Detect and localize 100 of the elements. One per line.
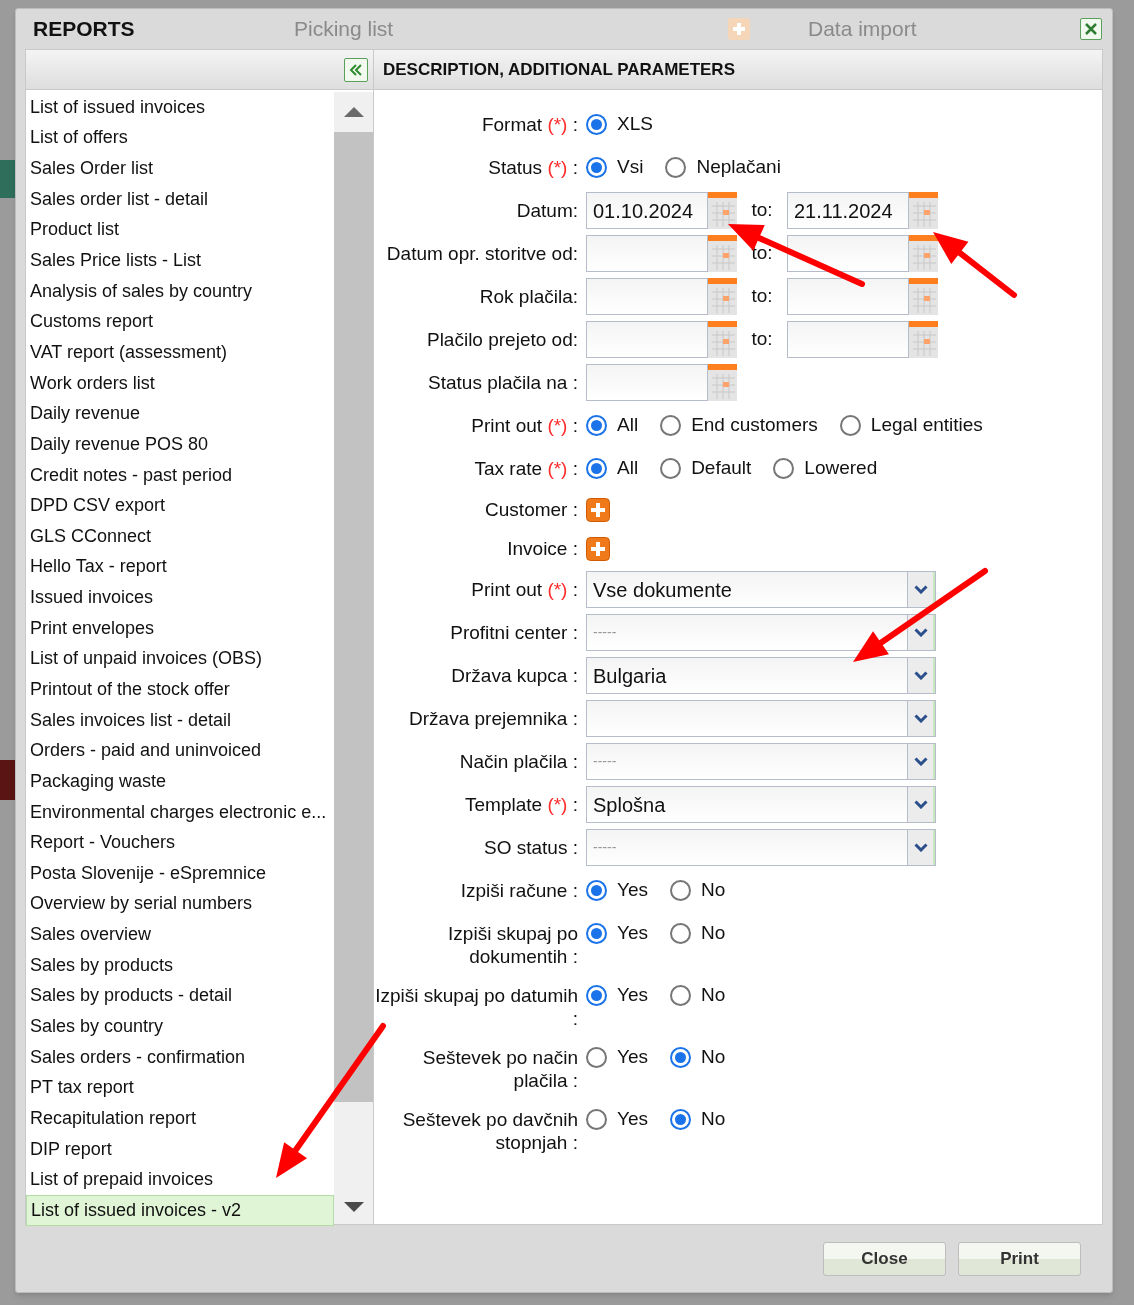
report-list-item[interactable]: List of offers <box>26 122 334 154</box>
report-list-item[interactable]: DIP report <box>26 1133 334 1165</box>
field-label: Format (*) : <box>480 113 579 136</box>
report-list-item[interactable]: Daily revenue <box>26 398 334 430</box>
field-label: Datum opr. storitve od: <box>385 242 579 265</box>
radio-button[interactable] <box>586 880 607 901</box>
background-tile-text: Data import <box>807 16 918 43</box>
radio-label: Yes <box>617 983 648 1008</box>
date-field[interactable]: 01.10.2024 <box>586 192 708 229</box>
radio-button[interactable] <box>660 458 682 479</box>
report-list-item[interactable]: VAT report (assessment) <box>26 337 334 368</box>
radio-button[interactable] <box>586 114 607 135</box>
radio-label: Lowered <box>804 456 878 481</box>
report-list-item[interactable]: Report - Vouchers <box>26 827 334 858</box>
report-list-item[interactable]: Sales Price lists - List <box>26 245 334 276</box>
radio-label: Yes <box>617 1107 648 1132</box>
report-list-item[interactable]: DPD CSV export <box>26 490 334 521</box>
report-list-item[interactable]: List of prepaid invoices <box>26 1164 334 1196</box>
report-list-item[interactable]: Customs report <box>26 306 334 338</box>
date-field[interactable] <box>586 235 708 272</box>
report-list-item[interactable]: Sales overview <box>26 919 334 950</box>
scroll-down-icon[interactable] <box>343 1202 364 1212</box>
collapse-button[interactable] <box>344 57 368 82</box>
report-list-item[interactable]: Sales by country <box>26 1011 334 1042</box>
field-label: Izpiši račune : <box>459 879 579 902</box>
calendar-icon[interactable] <box>708 192 737 229</box>
report-list-item[interactable]: List of issued invoices <box>26 92 334 123</box>
radio-label: Vsi <box>617 155 644 180</box>
radio-button[interactable] <box>586 157 607 178</box>
report-list-item[interactable]: Environmental charges electronic e... <box>26 796 334 828</box>
report-list-item[interactable]: Posta Slovenije - eSpremnice <box>26 858 334 889</box>
radio-button[interactable] <box>670 923 691 944</box>
scroll-up-icon[interactable] <box>343 107 364 117</box>
radio-label: No <box>701 878 726 903</box>
radio-button[interactable] <box>586 415 607 436</box>
report-list-item[interactable]: Product list <box>26 214 334 246</box>
dropdown[interactable]: Splošna <box>586 786 936 823</box>
radio-label: No <box>701 1107 726 1132</box>
report-list-item[interactable]: Sales order list - detail <box>26 183 334 215</box>
background-panel <box>0 760 15 800</box>
field-label: Print out (*) : <box>470 414 579 437</box>
report-list-item[interactable]: Sales by products - detail <box>26 980 334 1012</box>
report-list-item[interactable]: Sales Order list <box>26 153 334 184</box>
radio-button[interactable] <box>670 1047 691 1068</box>
radio-button[interactable] <box>670 985 691 1006</box>
report-list-item[interactable]: Work orders list <box>26 367 334 399</box>
field-label: Tax rate (*) : <box>473 457 579 480</box>
dialog-title: REPORTS <box>32 16 136 43</box>
report-list-item[interactable]: PT tax report <box>26 1072 334 1104</box>
report-list-item[interactable]: List of unpaid invoices (OBS) <box>26 643 334 675</box>
field-label: Invoice : <box>506 537 579 560</box>
report-list-item[interactable]: Sales by products <box>26 949 334 981</box>
report-list-item[interactable]: Orders - paid and uninvoiced <box>26 735 334 767</box>
radio-button[interactable] <box>586 458 607 479</box>
report-list-item[interactable]: Issued invoices <box>26 582 334 613</box>
radio-button[interactable] <box>670 880 691 901</box>
radio-button[interactable] <box>670 1109 691 1130</box>
radio-label: All <box>617 413 639 438</box>
report-list-item[interactable]: Print envelopes <box>26 612 334 644</box>
date-field[interactable] <box>787 278 909 315</box>
radio-button[interactable] <box>773 458 795 479</box>
field-label: Rok plačila: <box>478 285 579 308</box>
radio-button[interactable] <box>665 157 687 178</box>
date-field[interactable] <box>787 321 909 358</box>
report-list-item[interactable]: Sales orders - confirmation <box>26 1041 334 1073</box>
report-list-item[interactable]: Recapitulation report <box>26 1103 334 1134</box>
report-list-item[interactable]: Printout of the stock offer <box>26 674 334 705</box>
radio-button[interactable] <box>586 1047 607 1068</box>
date-field[interactable] <box>586 364 708 401</box>
radio-button[interactable] <box>839 415 861 436</box>
dialog-button[interactable]: Close <box>823 1241 946 1276</box>
to-label: to: <box>750 241 774 266</box>
report-list-item[interactable]: Daily revenue POS 80 <box>26 429 334 460</box>
radio-button[interactable] <box>586 923 607 944</box>
report-list-item[interactable]: Hello Tax - report <box>26 551 334 583</box>
report-list-item[interactable]: Credit notes - past period <box>26 459 334 491</box>
date-field[interactable] <box>787 235 909 272</box>
dropdown[interactable]: Vse dokumente <box>586 571 936 608</box>
dialog-button[interactable]: Print <box>958 1241 1081 1276</box>
date-field[interactable]: 21.11.2024 <box>787 192 909 229</box>
field-label: Seštevek po način plačila : <box>421 1046 579 1092</box>
radio-button[interactable] <box>586 1109 607 1130</box>
to-label: to: <box>750 327 774 352</box>
field-label: Izpiši skupaj po datumih : <box>374 984 579 1030</box>
report-list-item[interactable]: List of issued invoices - v2 <box>26 1195 334 1226</box>
radio-button[interactable] <box>660 415 682 436</box>
radio-button[interactable] <box>586 985 607 1006</box>
report-list-item[interactable]: Packaging waste <box>26 766 334 797</box>
radio-label: XLS <box>617 112 653 137</box>
report-list-item[interactable]: Overview by serial numbers <box>26 888 334 920</box>
dropdown[interactable]: Bulgaria <box>586 657 936 694</box>
report-list-item[interactable]: Sales invoices list - detail <box>26 704 334 736</box>
close-button[interactable] <box>1080 18 1102 40</box>
date-field[interactable] <box>586 321 708 358</box>
date-field[interactable] <box>586 278 708 315</box>
report-list-item[interactable]: Analysis of sales by country <box>26 275 334 307</box>
add-icon[interactable] <box>586 497 610 522</box>
add-icon[interactable] <box>586 536 610 561</box>
chevron-down-icon <box>913 714 928 723</box>
report-list-item[interactable]: GLS CConnect <box>26 520 334 552</box>
